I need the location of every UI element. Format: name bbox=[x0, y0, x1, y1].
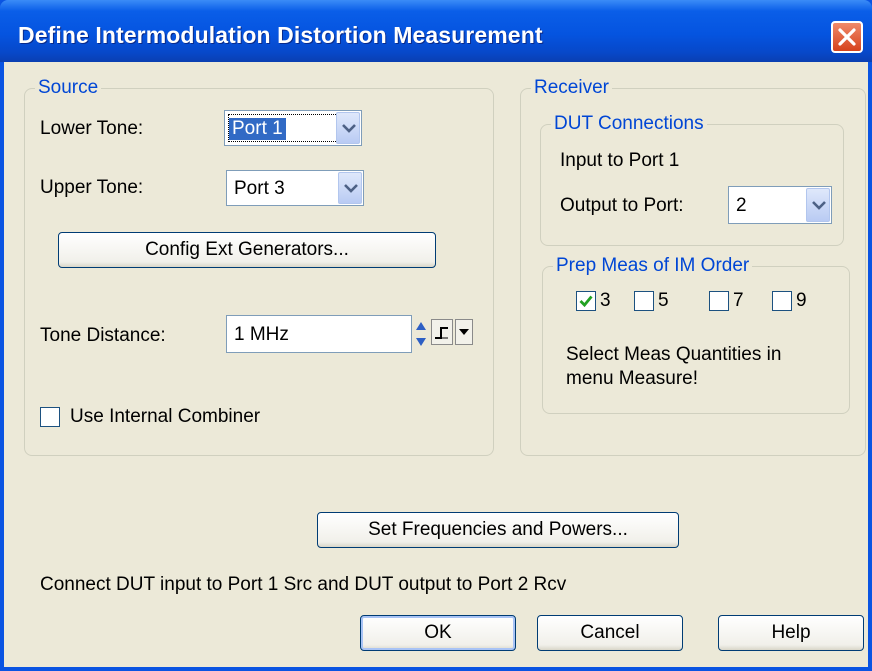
tone-distance-input[interactable]: 1 MHz bbox=[226, 315, 412, 353]
triangle-down-icon bbox=[459, 329, 469, 335]
tone-distance-spinner[interactable] bbox=[414, 317, 428, 351]
im-order-7-checkbox[interactable] bbox=[709, 291, 729, 311]
use-internal-combiner-label: Use Internal Combiner bbox=[70, 406, 261, 427]
close-icon bbox=[838, 28, 856, 46]
prep-meas-group-label: Prep Meas of IM Order bbox=[553, 256, 753, 276]
use-internal-combiner-checkbox[interactable] bbox=[40, 407, 60, 427]
im-order-9-label: 9 bbox=[796, 290, 807, 311]
title-bar[interactable]: Define Intermodulation Distortion Measur… bbox=[0, 0, 872, 62]
prep-meas-group: Prep Meas of IM Order bbox=[542, 256, 850, 414]
step-button[interactable] bbox=[431, 319, 453, 345]
status-text: Connect DUT input to Port 1 Src and DUT … bbox=[40, 574, 567, 595]
upper-tone-dropdown-button[interactable] bbox=[338, 172, 362, 204]
output-to-port-value: 2 bbox=[736, 195, 747, 216]
measure-hint-line-2: menu Measure! bbox=[566, 368, 699, 389]
cancel-button[interactable]: Cancel bbox=[537, 615, 683, 651]
upper-tone-select[interactable]: Port 3 bbox=[226, 170, 364, 206]
upper-tone-label: Upper Tone: bbox=[40, 177, 144, 198]
tone-distance-label: Tone Distance: bbox=[40, 325, 166, 346]
lower-tone-select[interactable]: Port 1 bbox=[224, 110, 362, 146]
im-order-5-label: 5 bbox=[658, 290, 669, 311]
im-order-7-label: 7 bbox=[733, 290, 744, 311]
output-to-port-select[interactable]: 2 bbox=[728, 186, 832, 224]
ok-button[interactable]: OK bbox=[360, 615, 516, 651]
measure-hint-line-1: Select Meas Quantities in bbox=[566, 344, 782, 365]
im-order-5-checkbox[interactable] bbox=[634, 291, 654, 311]
output-to-port-dropdown-button[interactable] bbox=[806, 188, 830, 222]
output-to-port-label: Output to Port: bbox=[560, 195, 684, 216]
lower-tone-value: Port 1 bbox=[229, 118, 286, 140]
source-group-label: Source bbox=[35, 78, 102, 98]
dialog-body: Source Lower Tone: Port 1 Upper Tone: Po… bbox=[4, 62, 868, 667]
dialog-window: Define Intermodulation Distortion Measur… bbox=[0, 0, 872, 671]
window-title: Define Intermodulation Distortion Measur… bbox=[18, 22, 543, 48]
close-button[interactable] bbox=[831, 21, 863, 53]
tone-distance-value: 1 MHz bbox=[234, 324, 289, 345]
config-ext-generators-button[interactable]: Config Ext Generators... bbox=[58, 232, 436, 268]
im-order-3-checkbox[interactable] bbox=[576, 291, 596, 311]
receiver-group-label: Receiver bbox=[531, 78, 612, 98]
lower-tone-dropdown-button[interactable] bbox=[336, 112, 360, 144]
chevron-down-icon bbox=[812, 201, 826, 210]
help-button[interactable]: Help bbox=[718, 615, 864, 651]
step-icon bbox=[435, 327, 448, 339]
im-order-9-checkbox[interactable] bbox=[772, 291, 792, 311]
dut-connections-group: DUT Connections bbox=[540, 114, 844, 246]
input-to-port-text: Input to Port 1 bbox=[560, 150, 680, 171]
upper-tone-value: Port 3 bbox=[234, 178, 285, 199]
step-menu-button[interactable] bbox=[455, 319, 473, 345]
im-order-3-label: 3 bbox=[600, 290, 611, 311]
set-frequencies-and-powers-button[interactable]: Set Frequencies and Powers... bbox=[317, 512, 679, 548]
chevron-down-icon bbox=[342, 124, 356, 133]
chevron-down-icon bbox=[344, 184, 358, 193]
lower-tone-label: Lower Tone: bbox=[40, 118, 144, 139]
dut-connections-group-label: DUT Connections bbox=[551, 114, 707, 134]
checkmark-icon bbox=[579, 295, 593, 308]
spin-arrows-icon bbox=[416, 322, 426, 346]
